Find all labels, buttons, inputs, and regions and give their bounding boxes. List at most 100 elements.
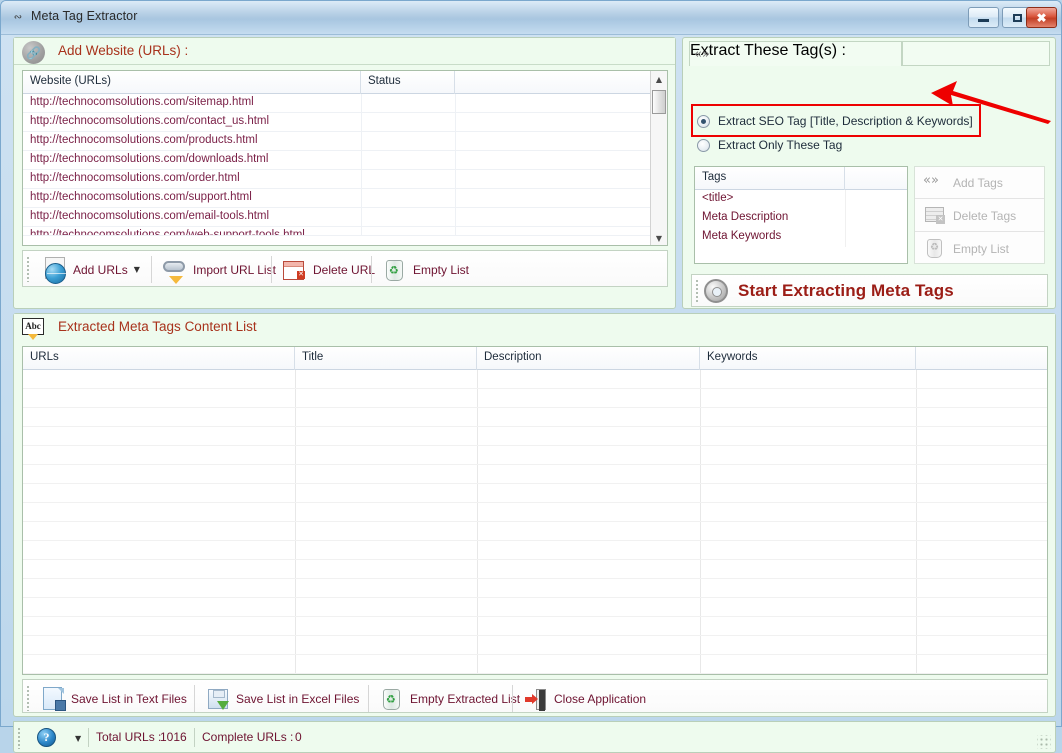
start-toolbar-grip[interactable] (695, 279, 699, 303)
row-column-divider (455, 113, 456, 132)
column-header-keywords[interactable]: Keywords (700, 347, 916, 370)
table-row[interactable]: http://technocomsolutions.com/support.ht… (23, 189, 667, 208)
add-website-panel: 🔗 Add Website (URLs) : Website (URLs) St… (13, 37, 676, 309)
list-item[interactable]: Meta Keywords (695, 228, 907, 247)
column-header-blank[interactable] (455, 71, 652, 94)
row-column-divider (455, 151, 456, 170)
scroll-down-arrow-icon[interactable]: ▼ (651, 230, 667, 245)
url-grid-scrollbar[interactable]: ▲ ▼ (650, 71, 667, 245)
tag-delete-icon: ✕ (923, 204, 947, 228)
delete-tags-label: Delete Tags (953, 208, 1017, 223)
save-list-excel-label: Save List in Excel Files (236, 691, 360, 706)
empty-extracted-list-button[interactable]: ♻ Empty Extracted List (376, 683, 524, 714)
minimize-icon (969, 8, 998, 27)
table-row[interactable]: http://technocomsolutions.com/products.h… (23, 132, 667, 151)
column-header-extracted-blank[interactable] (916, 347, 1047, 370)
table-row[interactable]: http://technocomsolutions.com/contact_us… (23, 113, 667, 132)
table-row[interactable] (23, 579, 1047, 598)
table-row[interactable] (23, 522, 1047, 541)
table-row[interactable]: http://technocomsolutions.com/downloads.… (23, 151, 667, 170)
empty-list-button[interactable]: ♻ Empty List (379, 254, 473, 285)
extract-tags-panel: «» Extract These Tag(s) : Extract SEO Ta… (682, 37, 1056, 309)
start-extracting-button[interactable]: Start Extracting Meta Tags (691, 274, 1048, 307)
extracted-list-toolbar: Save List in Text Files Save List in Exc… (22, 679, 1048, 713)
column-header-title[interactable]: Title (295, 347, 477, 370)
column-header-tags[interactable]: Tags (695, 167, 845, 190)
table-row[interactable] (23, 465, 1047, 484)
table-row[interactable] (23, 674, 1047, 675)
radio-extract-seo-tag[interactable]: Extract SEO Tag [Title, Description & Ke… (697, 114, 973, 128)
table-row[interactable] (23, 370, 1047, 389)
add-website-panel-header: 🔗 Add Website (URLs) : (14, 38, 675, 65)
row-column-divider (361, 94, 362, 113)
radio-extract-only-these-tag[interactable]: Extract Only These Tag (697, 138, 842, 152)
url-cell: http://technocomsolutions.com/support.ht… (30, 191, 252, 203)
column-header-urls[interactable]: URLs (23, 347, 295, 370)
table-row[interactable] (23, 598, 1047, 617)
row-column-divider (455, 208, 456, 227)
extracted-data-grid[interactable]: URLs Title Description Keywords (22, 346, 1048, 675)
start-extracting-label: Start Extracting Meta Tags (738, 280, 954, 300)
import-url-list-button[interactable]: Import URL List (159, 254, 280, 285)
scroll-up-arrow-icon[interactable]: ▲ (651, 71, 667, 88)
row-column-divider (361, 132, 362, 151)
row-column-divider (455, 132, 456, 151)
toolbar-separator (512, 685, 513, 712)
tag-cell: Meta Description (702, 211, 789, 223)
list-item[interactable]: Meta Description (695, 209, 907, 228)
table-row[interactable]: http://technocomsolutions.com/sitemap.ht… (23, 94, 667, 113)
tags-grid[interactable]: Tags <title> Meta Description Meta Keyword… (694, 166, 908, 264)
url-cell: http://technocomsolutions.com/order.html (30, 172, 240, 184)
table-row[interactable] (23, 617, 1047, 636)
table-row[interactable] (23, 484, 1047, 503)
url-cell: http://technocomsolutions.com/email-tool… (30, 210, 270, 222)
scrollbar-thumb[interactable] (652, 90, 666, 114)
table-row[interactable] (23, 560, 1047, 579)
column-header-description[interactable]: Description (477, 347, 700, 370)
add-website-panel-title: Add Website (URLs) : (58, 43, 189, 58)
column-header-status[interactable]: Status (361, 71, 455, 94)
row-column-divider (455, 189, 456, 208)
close-button[interactable]: ✖ (1026, 7, 1057, 28)
list-item[interactable]: <title> (695, 190, 907, 209)
table-row[interactable] (23, 541, 1047, 560)
table-row[interactable] (23, 408, 1047, 427)
recycle-bin-icon: ♻ (380, 687, 404, 711)
table-row[interactable] (23, 446, 1047, 465)
add-tags-button[interactable]: «» Add Tags (915, 167, 1044, 199)
add-urls-button[interactable]: Add URLs ▼ (39, 254, 144, 285)
save-list-text-button[interactable]: Save List in Text Files (37, 683, 191, 714)
url-cell: http://technocomsolutions.com/sitemap.ht… (30, 96, 254, 108)
help-chevron-down-icon[interactable]: ▼ (75, 734, 81, 743)
close-application-button[interactable]: Close Application (520, 683, 650, 714)
radio-only-indicator[interactable] (697, 138, 710, 152)
delete-url-button[interactable]: ✕ Delete URL (279, 254, 379, 285)
statusbar-separator (194, 728, 195, 747)
help-icon: ? (37, 728, 56, 747)
empty-tag-list-button[interactable]: ♻ Empty List (915, 233, 1044, 265)
toolbar-grip[interactable] (26, 256, 30, 282)
toolbar-grip[interactable] (26, 685, 30, 711)
table-row[interactable]: http://technocomsolutions.com/web-suppor… (23, 227, 667, 236)
table-row[interactable]: http://technocomsolutions.com/email-tool… (23, 208, 667, 227)
total-urls-label: Total URLs : (96, 730, 162, 744)
save-list-excel-button[interactable]: Save List in Excel Files (202, 683, 363, 714)
url-grid[interactable]: Website (URLs) Status http://technocomso… (22, 70, 668, 246)
minimize-button[interactable] (968, 7, 999, 28)
table-row[interactable] (23, 427, 1047, 446)
extracted-list-panel: Abc Extracted Meta Tags Content List URL… (13, 313, 1056, 717)
radio-seo-indicator[interactable] (697, 114, 710, 128)
table-row[interactable] (23, 655, 1047, 674)
import-url-list-label: Import URL List (193, 262, 276, 277)
table-row[interactable] (23, 503, 1047, 522)
table-row[interactable] (23, 636, 1047, 655)
table-row[interactable] (23, 389, 1047, 408)
extract-tags-panel-title: Extract These Tag(s) : (690, 42, 846, 59)
table-row[interactable]: http://technocomsolutions.com/order.html (23, 170, 667, 189)
resize-grip[interactable] (1037, 735, 1051, 749)
column-header-tags-blank[interactable] (845, 167, 907, 190)
column-header-website-urls[interactable]: Website (URLs) (23, 71, 361, 94)
delete-tags-button[interactable]: ✕ Delete Tags (915, 200, 1044, 232)
help-button[interactable]: ? (37, 728, 56, 747)
chevron-down-icon[interactable]: ▼ (134, 265, 140, 274)
